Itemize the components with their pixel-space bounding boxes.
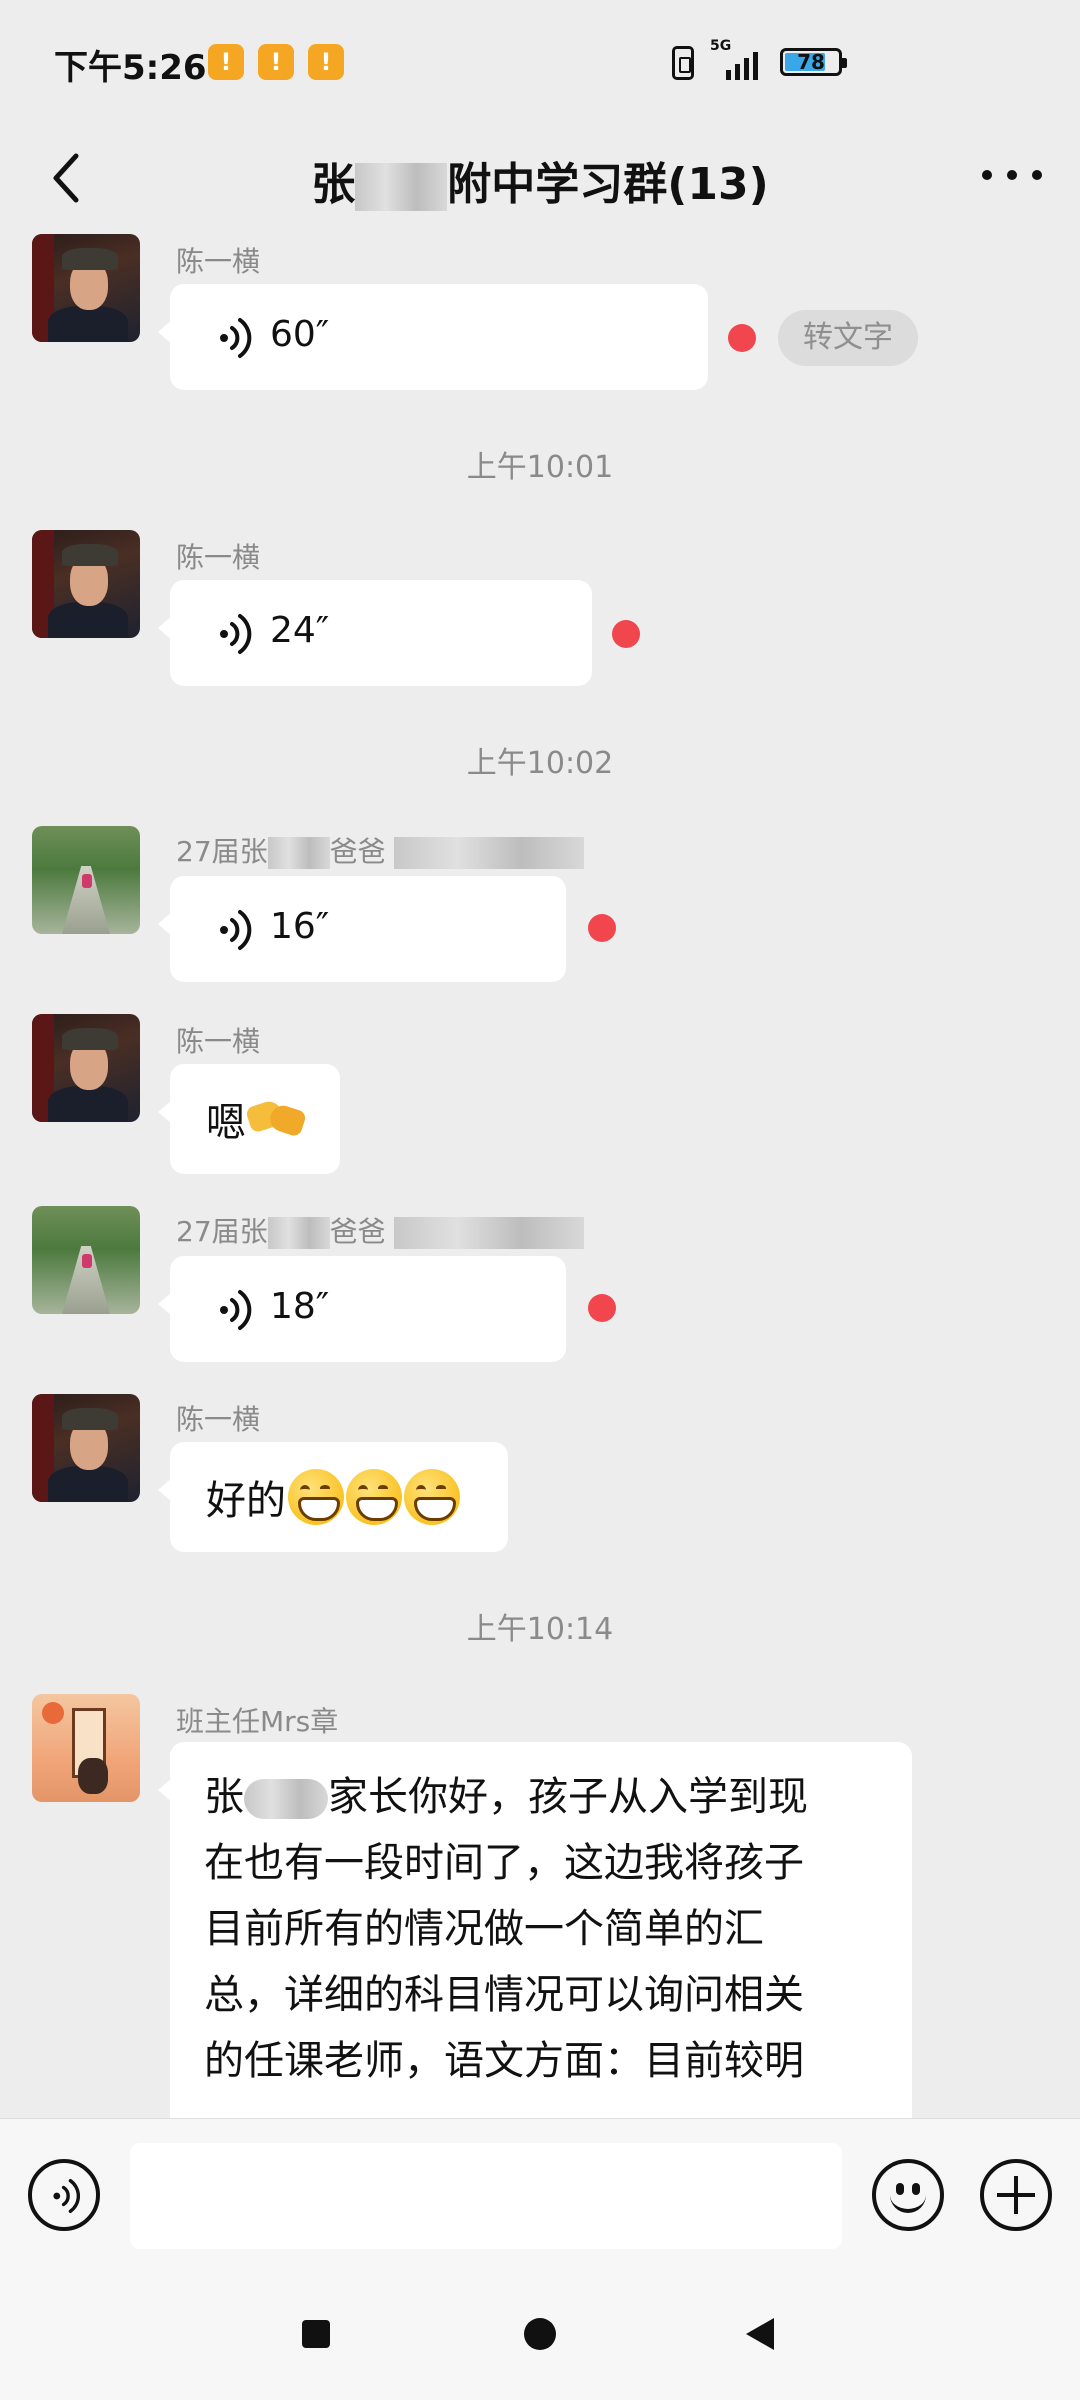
redacted-name bbox=[393, 1217, 584, 1249]
home-button[interactable] bbox=[524, 2318, 556, 2350]
group-title: 张 附中学习群(13) bbox=[0, 148, 1080, 212]
signal-icon: 5G bbox=[710, 38, 772, 82]
voice-mode-button[interactable] bbox=[28, 2159, 100, 2231]
notification-icon: ! bbox=[208, 44, 244, 80]
status-time: 下午5:26 bbox=[54, 48, 207, 88]
battery-icon: 78 bbox=[780, 48, 847, 76]
timestamp: 上午10:01 bbox=[466, 450, 614, 485]
voice-duration: 16″ bbox=[270, 906, 330, 947]
chat-screen: 下午5:26 ! ! ! 5G 78 张 附中学习群(13) 陈一横 60″ 转文… bbox=[0, 0, 1080, 2400]
avatar[interactable] bbox=[32, 1014, 140, 1122]
system-nav-bar bbox=[0, 2270, 1080, 2400]
text-message[interactable]: 张家长你好，孩子从入学到现 在也有一段时间了，这边我将孩子 目前所有的情况做一个… bbox=[158, 1742, 912, 2182]
status-bar: 下午5:26 ! ! ! 5G 78 bbox=[0, 0, 1080, 120]
voice-duration: 18″ bbox=[270, 1286, 330, 1327]
message-text: 张家长你好，孩子从入学到现 在也有一段时间了，这边我将孩子 目前所有的情况做一个… bbox=[204, 1764, 864, 2094]
grin-emoji-icon bbox=[404, 1469, 460, 1525]
unread-dot bbox=[612, 620, 640, 648]
sender-name: 陈一横 bbox=[176, 245, 261, 278]
sender-name: 班主任Mrs章 bbox=[176, 1705, 339, 1738]
title-part: 张 bbox=[311, 159, 356, 210]
more-icon[interactable] bbox=[982, 170, 1042, 184]
message-input[interactable] bbox=[130, 2143, 842, 2249]
voice-icon bbox=[220, 614, 252, 654]
sender-name: 陈一横 bbox=[176, 541, 261, 574]
message-text: 好的 bbox=[206, 1468, 460, 1526]
title-part: 附中学习群(13) bbox=[447, 159, 769, 210]
message-text-content: 好的 bbox=[206, 1478, 286, 1524]
recents-button[interactable] bbox=[302, 2320, 330, 2348]
voice-icon bbox=[53, 2179, 81, 2213]
message-text-part: 张 bbox=[204, 1774, 244, 1820]
sender-name: 27届张 爸爸 bbox=[176, 830, 584, 870]
sender-name: 陈一横 bbox=[176, 1025, 261, 1058]
voice-message[interactable]: 18″ bbox=[158, 1256, 566, 1362]
emoji-icon[interactable] bbox=[872, 2159, 944, 2231]
avatar[interactable] bbox=[32, 826, 140, 934]
avatar[interactable] bbox=[32, 1694, 140, 1802]
redacted-name bbox=[355, 163, 448, 211]
voice-message[interactable]: 16″ bbox=[158, 876, 566, 982]
sender-name-part: 27届张 bbox=[176, 835, 268, 868]
grin-emoji-icon bbox=[288, 1469, 344, 1525]
sender-name: 27届张 爸爸 bbox=[176, 1210, 584, 1250]
voice-message[interactable]: 60″ bbox=[158, 284, 708, 390]
redacted-name bbox=[267, 837, 330, 869]
voice-icon bbox=[220, 318, 252, 358]
plus-icon[interactable] bbox=[980, 2159, 1052, 2231]
voice-message[interactable]: 24″ bbox=[158, 580, 592, 686]
notification-icon: ! bbox=[258, 44, 294, 80]
sender-name-part: 爸爸 bbox=[329, 1215, 386, 1248]
chat-header: 张 附中学习群(13) bbox=[0, 120, 1080, 230]
timestamp: 上午10:02 bbox=[466, 746, 614, 781]
voice-duration: 24″ bbox=[270, 610, 330, 651]
notification-icon: ! bbox=[308, 44, 344, 80]
redacted-name bbox=[244, 1779, 328, 1819]
handshake-emoji-icon bbox=[248, 1097, 306, 1141]
input-bar bbox=[0, 2118, 1080, 2270]
back-nav-button[interactable] bbox=[746, 2318, 774, 2350]
timestamp: 上午10:14 bbox=[466, 1612, 614, 1647]
avatar[interactable] bbox=[32, 1394, 140, 1502]
redacted-name bbox=[267, 1217, 330, 1249]
redacted-name bbox=[393, 837, 584, 869]
avatar[interactable] bbox=[32, 530, 140, 638]
sender-name: 陈一横 bbox=[176, 1403, 261, 1436]
sender-name-part: 爸爸 bbox=[329, 835, 386, 868]
sim-card-icon bbox=[672, 46, 694, 80]
grin-emoji-icon bbox=[346, 1469, 402, 1525]
text-message[interactable]: 好的 bbox=[158, 1442, 508, 1552]
message-text-part: 家长你好，孩子从入学到现 在也有一段时间了，这边我将孩子 目前所有的情况做一个简… bbox=[204, 1774, 808, 2084]
sender-name-part: 27届张 bbox=[176, 1215, 268, 1248]
to-text-button[interactable]: 转文字 bbox=[778, 310, 918, 366]
unread-dot bbox=[728, 324, 756, 352]
voice-duration: 60″ bbox=[270, 314, 330, 355]
unread-dot bbox=[588, 914, 616, 942]
avatar[interactable] bbox=[32, 1206, 140, 1314]
battery-level: 78 bbox=[797, 50, 825, 74]
avatar[interactable] bbox=[32, 234, 140, 342]
voice-icon bbox=[220, 910, 252, 950]
text-message[interactable]: 嗯 bbox=[158, 1064, 340, 1174]
unread-dot bbox=[588, 1294, 616, 1322]
message-text-content: 嗯 bbox=[206, 1100, 246, 1146]
voice-icon bbox=[220, 1290, 252, 1330]
message-text: 嗯 bbox=[206, 1090, 306, 1148]
